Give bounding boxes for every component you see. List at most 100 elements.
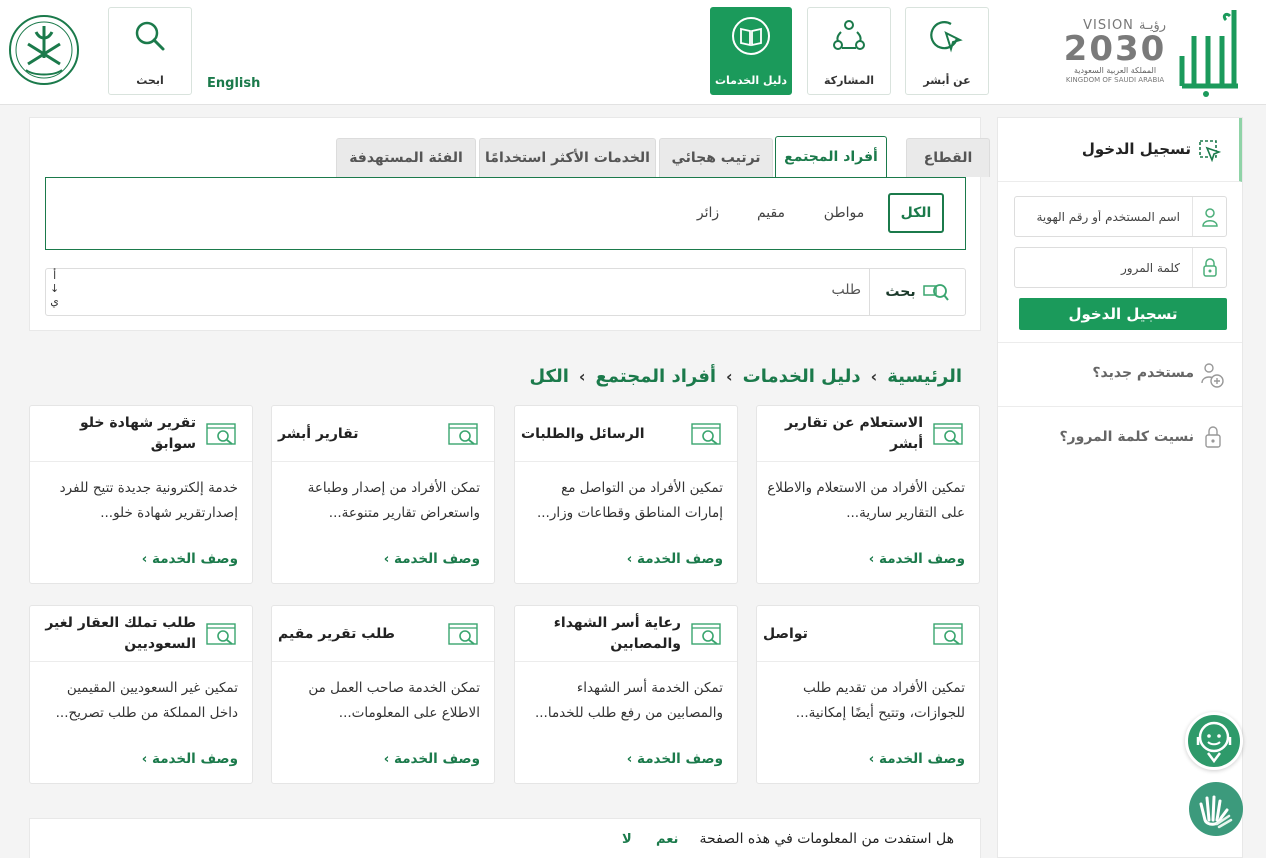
service-description: تمكن الخدمة صاحب العمل من الاطلاع على ال… bbox=[308, 680, 480, 721]
new-user-link[interactable]: مستخدم جديد؟ bbox=[998, 342, 1242, 406]
service-card[interactable]: رعاية أسر الشهداء والمصابين تمكن الخدمة أ… bbox=[514, 605, 738, 784]
saudi-emblem-logo[interactable] bbox=[8, 14, 80, 86]
breadcrumb-all: الكل bbox=[529, 366, 569, 387]
search-submit-label: بحث bbox=[885, 284, 916, 300]
vision-line4: KINGDOM OF SAUDI ARABIA bbox=[1065, 76, 1165, 84]
breadcrumb-separator: › bbox=[726, 367, 733, 386]
username-input[interactable] bbox=[1015, 197, 1186, 236]
password-input[interactable] bbox=[1015, 248, 1186, 287]
language-switch-link[interactable]: English bbox=[207, 76, 260, 91]
breadcrumb-services-guide[interactable]: دليل الخدمات bbox=[743, 366, 861, 387]
breadcrumb-separator: › bbox=[870, 367, 878, 386]
chip-visitor[interactable]: زائر bbox=[686, 193, 730, 233]
search-query-input[interactable]: طلب bbox=[831, 282, 861, 298]
service-title[interactable]: تقرير شهادة خلو سوابق bbox=[36, 406, 196, 462]
search-submit-button[interactable]: بحث bbox=[869, 269, 965, 315]
service-title[interactable]: رعاية أسر الشهداء والمصابين bbox=[521, 606, 681, 662]
service-card-header: طلب تملك العقار لغير السعوديين bbox=[30, 606, 252, 662]
service-card[interactable]: تواصل تمكين الأفراد من تقديم طلب للجوازات… bbox=[756, 605, 980, 784]
login-button[interactable]: تسجيل الدخول bbox=[1019, 298, 1227, 330]
service-card-header: الرسائل والطلبات bbox=[515, 406, 737, 462]
service-document-icon bbox=[448, 623, 478, 645]
chat-support-button[interactable] bbox=[1185, 712, 1243, 770]
service-title[interactable]: الاستعلام عن تقارير أبشر bbox=[763, 406, 923, 462]
service-card-header: تقارير أبشر bbox=[272, 406, 494, 462]
service-details-link[interactable]: وصف الخدمة › bbox=[142, 751, 238, 767]
sort-top-letter: أ bbox=[53, 269, 57, 282]
service-card[interactable]: طلب تملك العقار لغير السعوديين تمكين غير … bbox=[29, 605, 253, 784]
nav-services-guide[interactable]: دليل الخدمات bbox=[710, 7, 792, 95]
tab-community-members[interactable]: أفراد المجتمع bbox=[775, 136, 887, 177]
service-description: تمكين غير السعوديين المقيمين داخل المملك… bbox=[55, 680, 238, 721]
tab-sector[interactable]: القطاع bbox=[906, 138, 990, 177]
service-document-icon bbox=[691, 623, 721, 645]
nav-about-absher[interactable]: عن أبشر bbox=[905, 7, 989, 95]
vision-2030-logo: VISION رؤيـة 2030 المملكة العربية السعود… bbox=[1060, 18, 1170, 94]
tab-alphabetical[interactable]: ترتيب هجائي bbox=[659, 138, 773, 177]
service-details-link[interactable]: وصف الخدمة › bbox=[627, 551, 723, 567]
absher-logo[interactable] bbox=[1178, 6, 1242, 98]
sign-language-button[interactable] bbox=[1189, 782, 1243, 836]
service-card[interactable]: الاستعلام عن تقارير أبشر تمكين الأفراد من… bbox=[756, 405, 980, 584]
service-document-icon bbox=[206, 423, 236, 445]
service-document-icon bbox=[206, 623, 236, 645]
service-card-header: الاستعلام عن تقارير أبشر bbox=[757, 406, 979, 462]
search-document-icon bbox=[922, 284, 949, 301]
service-details-link[interactable]: وصف الخدمة › bbox=[384, 551, 480, 567]
alphabet-sort-toggle[interactable]: أ ↓ ي bbox=[50, 269, 59, 308]
breadcrumb-community-members[interactable]: أفراد المجتمع bbox=[596, 366, 717, 387]
search-nav-button[interactable]: ابحث bbox=[108, 7, 192, 95]
header: ابحث English دليل الخدمات المشاركة عن أب… bbox=[0, 0, 1266, 105]
username-field[interactable] bbox=[1014, 196, 1227, 237]
service-card[interactable]: الرسائل والطلبات تمكين الأفراد من التواصل… bbox=[514, 405, 738, 584]
service-details-link[interactable]: وصف الخدمة › bbox=[627, 751, 723, 767]
search-icon bbox=[135, 21, 165, 51]
feedback-no-button[interactable]: لا bbox=[622, 832, 632, 847]
lock-question-icon bbox=[1205, 426, 1221, 448]
breadcrumb-separator: › bbox=[578, 367, 586, 386]
absher-logo-mark bbox=[1179, 10, 1238, 97]
service-document-icon bbox=[691, 423, 721, 445]
user-icon bbox=[1192, 197, 1226, 236]
service-details-link[interactable]: وصف الخدمة › bbox=[384, 751, 480, 767]
service-card[interactable]: طلب تقرير مقيم تمكن الخدمة صاحب العمل من … bbox=[271, 605, 495, 784]
service-description: تمكن الأفراد من إصدار وطباعة واستعراض تق… bbox=[307, 480, 480, 521]
service-document-icon bbox=[933, 423, 963, 445]
chip-citizen[interactable]: مواطن bbox=[814, 193, 874, 233]
service-document-icon bbox=[933, 623, 963, 645]
login-header: تسجيل الدخول bbox=[998, 118, 1242, 182]
service-details-link[interactable]: وصف الخدمة › bbox=[869, 551, 965, 567]
service-title[interactable]: تقارير أبشر bbox=[278, 406, 438, 462]
chip-resident[interactable]: مقيم bbox=[746, 193, 796, 233]
service-title[interactable]: طلب تملك العقار لغير السعوديين bbox=[36, 606, 196, 662]
breadcrumb-home[interactable]: الرئيسية bbox=[887, 366, 962, 387]
service-card-header: تواصل bbox=[757, 606, 979, 662]
service-card[interactable]: تقارير أبشر تمكن الأفراد من إصدار وطباعة … bbox=[271, 405, 495, 584]
nav-participation-label: المشاركة bbox=[824, 74, 874, 87]
new-user-label: مستخدم جديد؟ bbox=[1092, 365, 1194, 381]
service-title[interactable]: طلب تقرير مقيم bbox=[278, 606, 438, 662]
tab-most-used[interactable]: الخدمات الأكثر استخدامًا bbox=[479, 138, 656, 177]
share-icon bbox=[833, 20, 865, 50]
service-title[interactable]: تواصل bbox=[763, 606, 923, 662]
login-cursor-icon bbox=[1199, 140, 1221, 162]
service-details-link[interactable]: وصف الخدمة › bbox=[142, 551, 238, 567]
service-search-bar: أ ↓ ي طلب بحث bbox=[45, 268, 966, 316]
pointer-icon bbox=[930, 21, 963, 53]
login-title: تسجيل الدخول bbox=[1081, 140, 1191, 158]
vision-line3: المملكة العربية السعودية bbox=[1073, 66, 1157, 75]
nav-about-label: عن أبشر bbox=[923, 74, 971, 87]
password-field[interactable] bbox=[1014, 247, 1227, 288]
forgot-password-link[interactable]: نسيت كلمة المرور؟ bbox=[998, 406, 1242, 470]
service-details-link[interactable]: وصف الخدمة › bbox=[869, 751, 965, 767]
filter-panel: القطاع أفراد المجتمع ترتيب هجائي الخدمات… bbox=[29, 117, 990, 331]
nav-participation[interactable]: المشاركة bbox=[807, 7, 891, 95]
sort-bottom-letter: ي bbox=[50, 295, 59, 308]
feedback-yes-button[interactable]: نعم bbox=[656, 832, 678, 847]
service-title[interactable]: الرسائل والطلبات bbox=[521, 406, 681, 462]
feedback-question: هل استفدت من المعلومات في هذه الصفحة bbox=[699, 831, 954, 847]
service-card-header: تقرير شهادة خلو سوابق bbox=[30, 406, 252, 462]
service-card[interactable]: تقرير شهادة خلو سوابق خدمة إلكترونية جديد… bbox=[29, 405, 253, 584]
chip-all[interactable]: الكل bbox=[888, 193, 944, 233]
tab-target-group[interactable]: الفئة المستهدفة bbox=[336, 138, 476, 177]
